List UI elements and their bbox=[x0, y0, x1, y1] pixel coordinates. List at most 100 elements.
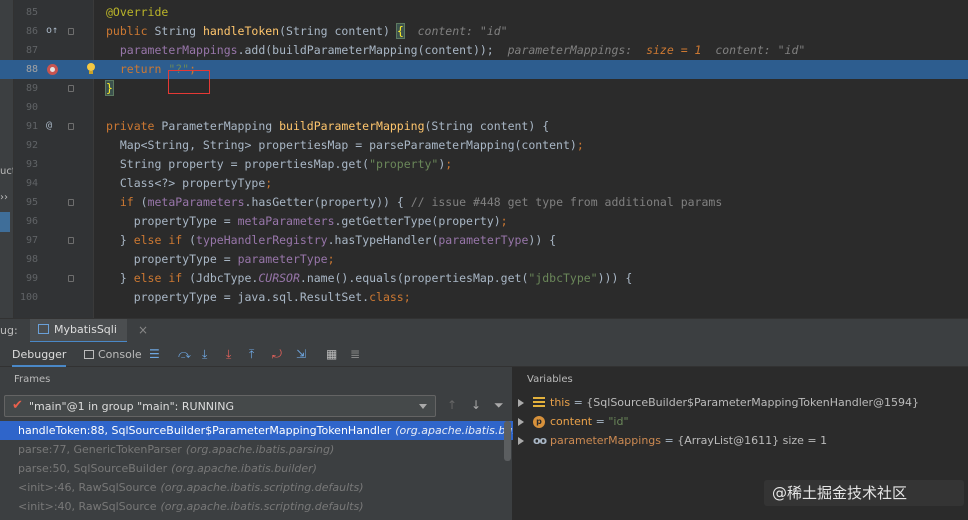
code-line[interactable]: 90 bbox=[0, 98, 968, 117]
run-to-cursor-icon[interactable]: ⇲ bbox=[296, 348, 306, 360]
evaluate-expression-icon[interactable]: ▦ bbox=[326, 348, 337, 360]
line-number[interactable]: 97 bbox=[14, 231, 38, 250]
line-number[interactable]: 88 bbox=[14, 60, 38, 79]
code-line[interactable]: 88 return "?"; bbox=[0, 60, 968, 79]
stack-frame[interactable]: <init>:40, RawSqlSource (org.apache.ibati… bbox=[0, 497, 513, 516]
watch-icon: oo bbox=[533, 434, 547, 447]
code-token: } bbox=[106, 271, 134, 285]
close-tab-icon[interactable]: × bbox=[138, 323, 148, 337]
code-line[interactable]: 92 Map<String, String> propertiesMap = p… bbox=[0, 136, 968, 155]
debug-tool-window-header: ug: MybatisSqli × bbox=[0, 318, 968, 343]
object-fields-icon bbox=[533, 397, 545, 408]
tab-console-label: Console bbox=[98, 348, 142, 361]
stack-frame[interactable]: <init>:46, RawSqlSource (org.apache.ibati… bbox=[0, 478, 513, 497]
fold-icon[interactable] bbox=[68, 275, 74, 282]
code-line[interactable]: 97 } else if (typeHandlerRegistry.hasTyp… bbox=[0, 231, 968, 250]
line-number[interactable]: 96 bbox=[14, 212, 38, 231]
frame-package: (org.apache.ibatis.scripting.defaults) bbox=[160, 500, 364, 513]
code-token: .name().equals(propertiesMap.get( bbox=[299, 271, 529, 285]
code-text: if (metaParameters.hasGetter(property)) … bbox=[106, 193, 722, 212]
variable-row[interactable]: this = {SqlSourceBuilder$ParameterMappin… bbox=[513, 393, 968, 412]
tab-debugger[interactable]: Debugger bbox=[12, 342, 67, 367]
frame-down-icon[interactable]: ↓ bbox=[471, 398, 481, 412]
line-number[interactable]: 95 bbox=[14, 193, 38, 212]
code-line[interactable]: 89} bbox=[0, 79, 968, 98]
line-number[interactable]: 94 bbox=[14, 174, 38, 193]
line-number[interactable]: 98 bbox=[14, 250, 38, 269]
line-number[interactable]: 85 bbox=[14, 3, 38, 22]
code-token: @Override bbox=[106, 5, 169, 19]
line-number[interactable]: 93 bbox=[14, 155, 38, 174]
stack-frame[interactable]: parse:50, SqlSourceBuilder (org.apache.ib… bbox=[0, 459, 513, 478]
line-number[interactable]: 87 bbox=[14, 41, 38, 60]
frame-package: (org.apache.ibatis.scripting.defaults) bbox=[160, 481, 364, 494]
trace-icon[interactable]: ≣ bbox=[350, 348, 360, 360]
line-number[interactable]: 89 bbox=[14, 79, 38, 98]
code-token: "property" bbox=[369, 157, 439, 171]
code-line[interactable]: 85 @Override bbox=[0, 3, 968, 22]
step-into-icon[interactable]: ⤓ bbox=[202, 348, 207, 360]
drop-frame-icon[interactable]: ⤾ bbox=[272, 348, 282, 360]
variable-row[interactable]: p content = "id" bbox=[513, 412, 968, 431]
line-number[interactable]: 92 bbox=[14, 136, 38, 155]
code-text: String property = propertiesMap.get("pro… bbox=[106, 155, 452, 174]
frame-up-icon[interactable]: ↑ bbox=[447, 398, 457, 412]
variable-row[interactable]: oo parameterMappings = {ArrayList@1611} s… bbox=[513, 431, 968, 450]
code-editor[interactable]: uctu ›› 85@Override86o↑public String han… bbox=[0, 0, 968, 318]
equals-sign: = bbox=[661, 434, 678, 447]
run-config-icon bbox=[38, 324, 49, 334]
code-token: Class<?> propertyType bbox=[106, 176, 266, 190]
code-token: parameterMappings bbox=[119, 43, 238, 57]
thread-select[interactable]: ✔ "main"@1 in group "main": RUNNING bbox=[4, 395, 436, 417]
line-number[interactable]: 99 bbox=[14, 269, 38, 288]
code-line[interactable]: 94 Class<?> propertyType; bbox=[0, 174, 968, 193]
run-config-tab[interactable]: MybatisSqli bbox=[30, 319, 127, 343]
code-line[interactable]: 95 if (metaParameters.hasGetter(property… bbox=[0, 193, 968, 212]
code-token: ; bbox=[500, 214, 508, 228]
fold-icon[interactable] bbox=[68, 199, 74, 206]
stack-frame[interactable]: parse:77, GenericTokenParser (org.apache.… bbox=[0, 440, 513, 459]
show-execution-point-icon[interactable]: ☰ bbox=[149, 348, 160, 360]
force-step-into-icon[interactable]: ⤓ bbox=[226, 348, 231, 360]
line-number[interactable]: 86 bbox=[14, 22, 38, 41]
frames-scrollbar[interactable] bbox=[504, 421, 511, 461]
code-line[interactable]: 91 @ private ParameterMapping buildParamet… bbox=[0, 117, 968, 136]
code-token: return bbox=[119, 62, 169, 76]
annotation-gutter-icon[interactable]: @ bbox=[46, 120, 52, 132]
tab-debugger-label: Debugger bbox=[12, 348, 67, 361]
code-line[interactable]: 93 String property = propertiesMap.get("… bbox=[0, 155, 968, 174]
variable-name: parameterMappings bbox=[550, 434, 662, 447]
frame-method: parse:77, GenericTokenParser bbox=[18, 443, 182, 456]
fold-icon[interactable] bbox=[68, 85, 74, 92]
code-line[interactable]: 96 propertyType = metaParameters.getGett… bbox=[0, 212, 968, 231]
code-line[interactable]: 86 o↑ public String handleToken(String con… bbox=[0, 22, 968, 41]
tab-console[interactable]: Console bbox=[84, 342, 142, 367]
fold-icon[interactable] bbox=[68, 28, 74, 35]
watermark: @稀土掘金技术社区 bbox=[764, 480, 964, 506]
fold-icon[interactable] bbox=[68, 237, 74, 244]
code-text: private ParameterMapping buildParameterM… bbox=[106, 117, 549, 136]
expand-arrow-icon[interactable] bbox=[518, 399, 524, 407]
annotation-highlight-box bbox=[168, 70, 210, 94]
step-out-icon[interactable]: ⤒ bbox=[249, 348, 254, 360]
expand-arrow-icon[interactable] bbox=[518, 437, 524, 445]
line-number[interactable]: 90 bbox=[14, 98, 38, 117]
lightbulb-icon[interactable] bbox=[86, 63, 96, 76]
code-token: buildParameterMapping bbox=[279, 119, 425, 133]
line-number[interactable]: 91 bbox=[14, 117, 38, 136]
expand-arrow-icon[interactable] bbox=[518, 418, 524, 426]
step-over-icon[interactable]: ⤼ bbox=[178, 348, 191, 360]
code-line[interactable]: 99 } else if (JdbcType.CURSOR.name().equ… bbox=[0, 269, 968, 288]
code-token: parameterType bbox=[237, 252, 328, 266]
code-token: ; bbox=[576, 138, 584, 152]
fold-icon[interactable] bbox=[68, 123, 74, 130]
override-gutter-icon[interactable]: o↑ bbox=[46, 25, 58, 37]
code-line[interactable]: 98 propertyType = parameterType; bbox=[0, 250, 968, 269]
code-line[interactable]: 100 propertyType = java.sql.ResultSet.cl… bbox=[0, 288, 968, 307]
filter-icon[interactable]: ⏷ bbox=[494, 398, 504, 413]
code-line[interactable]: 87 parameterMappings.add(buildParameterM… bbox=[0, 41, 968, 60]
code-token: size = 1 bbox=[646, 43, 702, 57]
line-number[interactable]: 100 bbox=[14, 288, 38, 307]
stack-frame[interactable]: handleToken:88, SqlSourceBuilder$Paramet… bbox=[0, 421, 513, 440]
breakpoint-icon[interactable] bbox=[47, 64, 58, 75]
